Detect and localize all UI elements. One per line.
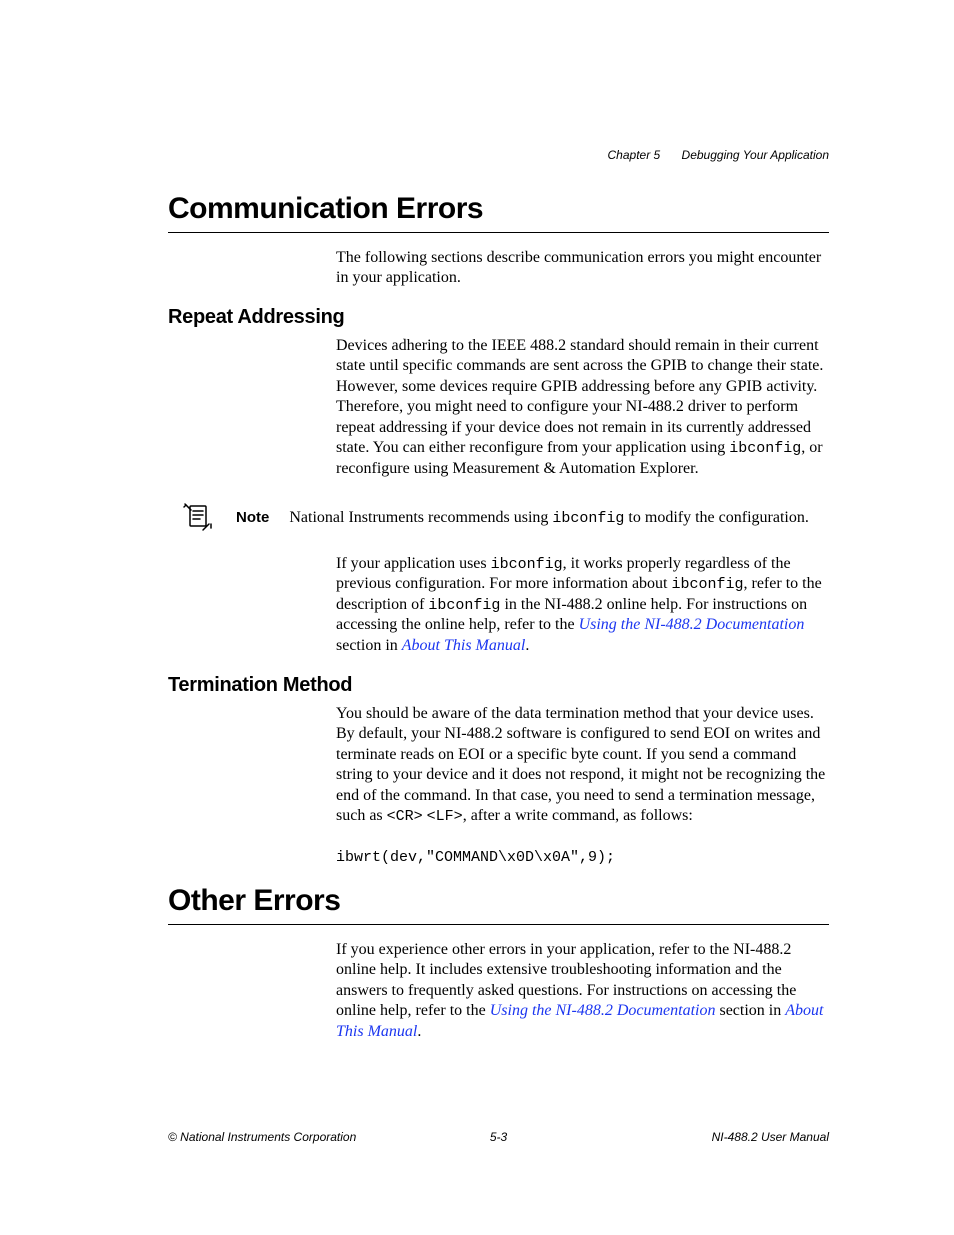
running-head-chapter: Chapter 5 [608, 148, 661, 162]
link-using-documentation[interactable]: Using the NI-488.2 Documentation [490, 1002, 716, 1019]
heading-termination-method: Termination Method [168, 674, 829, 697]
inline-code: <LF> [427, 808, 463, 825]
text: section in [336, 637, 402, 654]
note-icon [181, 502, 215, 532]
inline-code: ibconfig [428, 597, 500, 614]
link-using-documentation[interactable]: Using the NI-488.2 Documentation [579, 616, 805, 633]
page: Chapter 5 Debugging Your Application Com… [0, 0, 954, 1235]
heading-repeat-addressing: Repeat Addressing [168, 306, 829, 329]
divider [168, 232, 829, 233]
paragraph: The following sections describe communic… [336, 248, 829, 289]
text: If your application uses [336, 555, 491, 572]
paragraph: If you experience other errors in your a… [336, 940, 829, 1042]
paragraph: Devices adhering to the IEEE 488.2 stand… [336, 336, 829, 479]
heading-communication-errors: Communication Errors [168, 192, 829, 226]
text: , after a write command, as follows: [463, 807, 693, 824]
paragraph: If your application uses ibconfig, it wo… [336, 554, 829, 656]
note-label: Note [236, 509, 269, 526]
divider [168, 924, 829, 925]
subsection-termination-method: Termination Method [168, 674, 829, 697]
text: . [417, 1023, 421, 1040]
text: section in [715, 1002, 785, 1019]
text: National Instruments recommends using [289, 509, 552, 526]
inline-code: ibconfig [491, 556, 563, 573]
heading-other-errors: Other Errors [168, 884, 829, 918]
text: Devices adhering to the IEEE 488.2 stand… [336, 337, 823, 456]
code-block: ibwrt(dev,"COMMAND\x0D\x0A",9); [336, 848, 829, 867]
inline-code: ibconfig [729, 440, 801, 457]
text: . [525, 637, 529, 654]
footer-manual-title: NI-488.2 User Manual [712, 1130, 829, 1144]
code-line: ibwrt(dev,"COMMAND\x0D\x0A",9); [336, 849, 615, 866]
running-head-title: Debugging Your Application [682, 148, 829, 162]
text: to modify the configuration. [624, 509, 808, 526]
section-communication-errors: Communication Errors [168, 192, 829, 233]
text: The following sections describe communic… [336, 249, 821, 286]
paragraph: You should be aware of the data terminat… [336, 704, 829, 827]
running-head: Chapter 5 Debugging Your Application [608, 148, 830, 162]
inline-code: ibconfig [671, 576, 743, 593]
inline-code: <CR> [387, 808, 423, 825]
subsection-repeat-addressing: Repeat Addressing [168, 306, 829, 329]
note-text: Note National Instruments recommends usi… [236, 508, 829, 528]
link-about-this-manual[interactable]: About This Manual [402, 637, 526, 654]
section-other-errors: Other Errors [168, 884, 829, 925]
inline-code: ibconfig [552, 510, 624, 527]
